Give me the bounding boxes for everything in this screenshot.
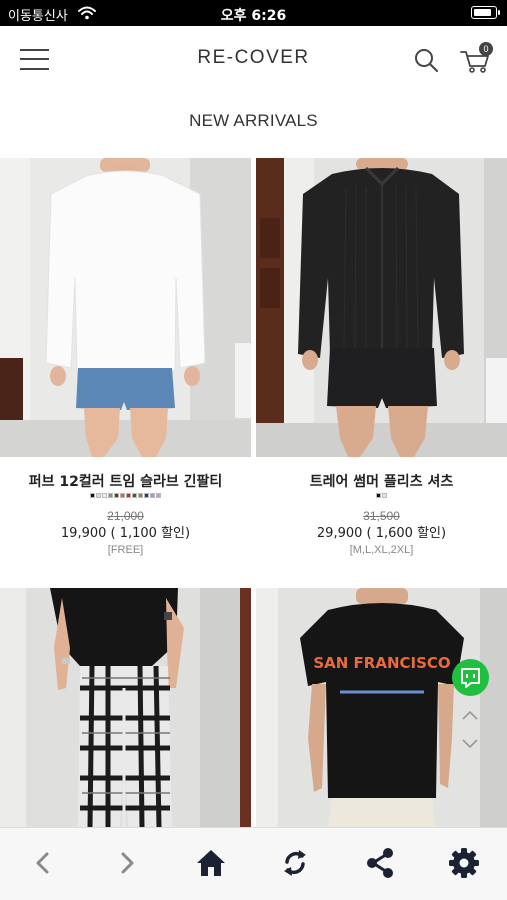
share-button[interactable] — [363, 846, 397, 880]
color-swatch — [108, 493, 113, 498]
chat-icon — [461, 668, 480, 688]
product-card[interactable] — [0, 588, 251, 827]
product-card[interactable]: 트레어 썸머 플리츠 셔츠 31,500 29,900 ( 1,600 할인) … — [256, 158, 507, 578]
battery-level — [473, 8, 491, 16]
app-header: RE-COVER 0 — [0, 26, 507, 96]
settings-button[interactable] — [447, 846, 481, 880]
color-swatch — [376, 493, 381, 498]
color-swatch — [114, 493, 119, 498]
home-icon — [197, 850, 225, 876]
sale-price: 29,900 ( 1,600 할인) — [316, 526, 447, 541]
original-price: 31,500 — [363, 509, 400, 523]
color-swatch — [382, 493, 387, 498]
home-button[interactable] — [194, 846, 228, 880]
bottom-navigation — [0, 827, 507, 900]
color-swatch — [138, 493, 143, 498]
product-name[interactable]: 트레어 썸머 플리츠 셔츠 — [256, 471, 507, 491]
clock: 오후 6:26 — [220, 8, 287, 24]
battery-icon — [471, 6, 500, 19]
color-swatch — [156, 493, 161, 498]
refresh-icon — [284, 850, 306, 876]
color-swatch — [102, 493, 107, 498]
product-image[interactable] — [0, 588, 251, 827]
color-swatch — [90, 493, 95, 498]
share-icon — [367, 848, 393, 878]
refresh-button[interactable] — [278, 846, 312, 880]
section-title: NEW ARRIVALS — [189, 111, 318, 130]
chat-button[interactable] — [452, 659, 489, 696]
search-icon[interactable] — [412, 46, 440, 74]
cart-button[interactable]: 0 — [459, 42, 493, 74]
size-options: [M,L,XL,2XL] — [349, 544, 414, 556]
product-image[interactable] — [256, 158, 507, 457]
size-options: [FREE] — [107, 544, 144, 556]
settings-icon — [449, 848, 479, 878]
chevron-up-icon[interactable] — [460, 708, 480, 722]
sale-price: 19,900 ( 1,100 할인) — [60, 526, 191, 541]
color-swatches — [256, 493, 507, 499]
color-swatch — [132, 493, 137, 498]
back-button[interactable] — [26, 846, 60, 880]
product-card[interactable]: 퍼브 12컬러 트임 슬라브 긴팔티 21,000 19,900 ( 1,100… — [0, 158, 251, 578]
color-swatch — [120, 493, 125, 498]
cart-count-badge: 0 — [479, 42, 493, 56]
color-swatches — [0, 493, 251, 499]
color-swatch — [96, 493, 101, 498]
chevron-down-icon[interactable] — [460, 737, 480, 751]
color-swatch — [150, 493, 155, 498]
tee-print: SAN FRANCISCO — [313, 654, 450, 672]
original-price: 21,000 — [107, 509, 144, 523]
status-bar: 이동통신사 오후 6:26 — [0, 0, 507, 26]
forward-button[interactable] — [110, 846, 144, 880]
back-arrow-icon — [36, 852, 49, 874]
color-swatch — [144, 493, 149, 498]
product-name[interactable]: 퍼브 12컬러 트임 슬라브 긴팔티 — [0, 471, 251, 491]
product-image[interactable] — [0, 158, 251, 457]
color-swatch — [126, 493, 131, 498]
forward-arrow-icon — [121, 852, 134, 874]
